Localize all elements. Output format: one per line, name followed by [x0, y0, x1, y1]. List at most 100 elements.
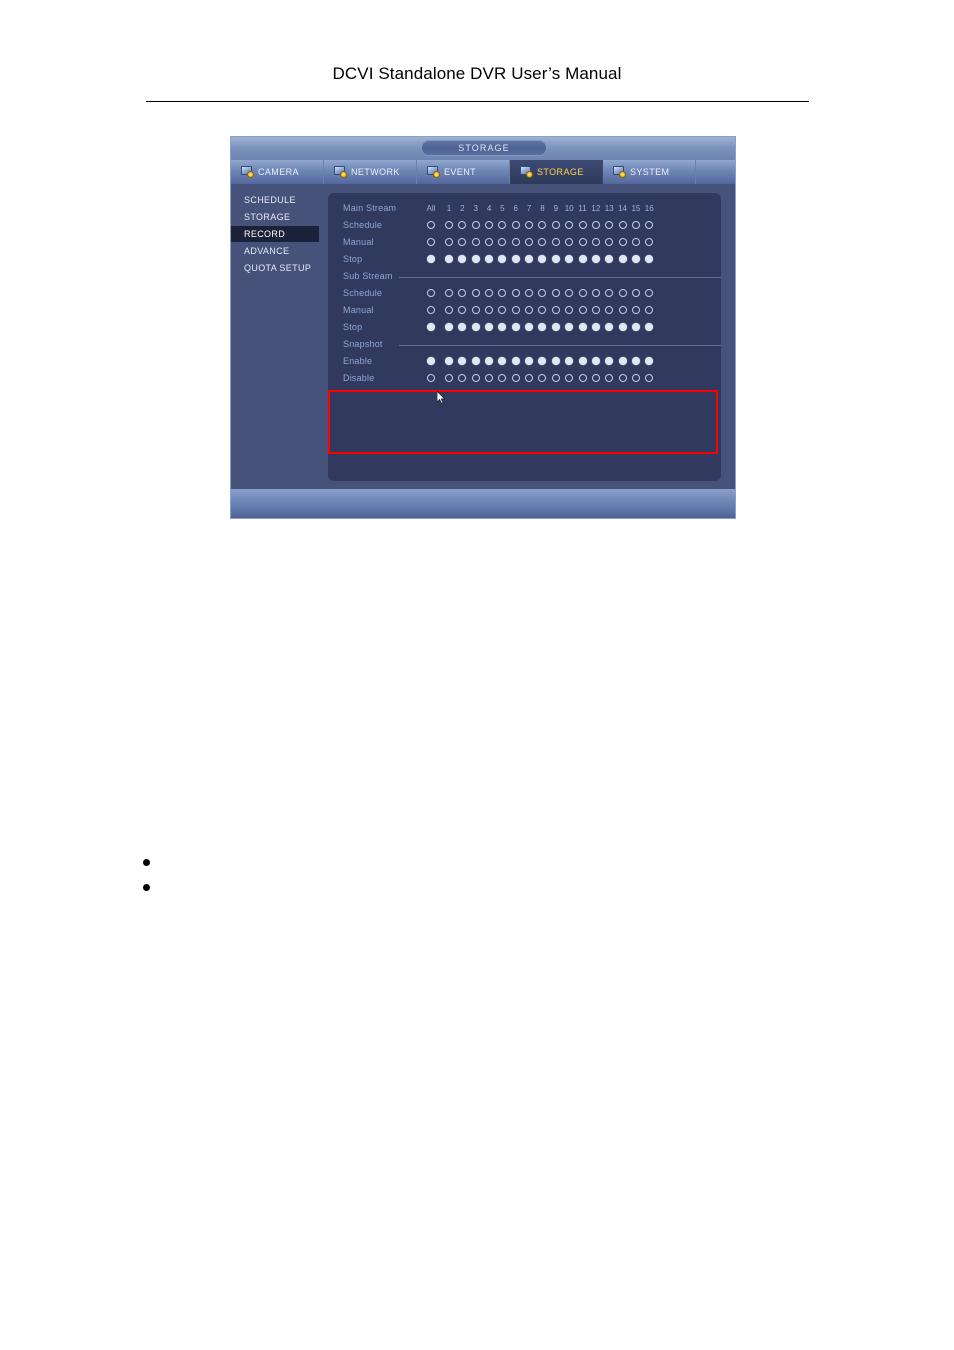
- radio-ch3-main-stream-manual[interactable]: [471, 238, 480, 246]
- radio-ch5-main-stream-schedule[interactable]: [498, 221, 507, 229]
- radio-ch1-sub-stream-stop[interactable]: [445, 323, 453, 331]
- radio-ch2-sub-stream-schedule[interactable]: [458, 289, 467, 297]
- radio-ch14-sub-stream-manual[interactable]: [618, 306, 627, 314]
- radio-ch15-main-stream-manual[interactable]: [631, 238, 640, 246]
- tab-storage[interactable]: STORAGE: [510, 160, 603, 184]
- radio-ch4-sub-stream-schedule[interactable]: [485, 289, 494, 297]
- cancel-button[interactable]: Cancel: [600, 518, 652, 519]
- radio-ch13-sub-stream-stop[interactable]: [605, 323, 614, 331]
- radio-ch11-sub-stream-stop[interactable]: [578, 323, 587, 331]
- radio-ch9-main-stream-manual[interactable]: [551, 238, 560, 246]
- radio-ch12-snapshot-disable[interactable]: [591, 374, 600, 382]
- radio-ch7-main-stream-stop[interactable]: [525, 255, 534, 263]
- radio-ch8-main-stream-manual[interactable]: [538, 238, 547, 246]
- radio-ch3-main-stream-schedule[interactable]: [471, 221, 480, 229]
- radio-ch12-sub-stream-manual[interactable]: [591, 306, 600, 314]
- radio-ch4-main-stream-stop[interactable]: [485, 255, 494, 263]
- radio-ch6-sub-stream-manual[interactable]: [511, 306, 520, 314]
- radio-ch9-sub-stream-schedule[interactable]: [551, 289, 560, 297]
- radio-ch13-main-stream-manual[interactable]: [605, 238, 614, 246]
- radio-ch8-main-stream-stop[interactable]: [538, 255, 547, 263]
- radio-ch16-snapshot-enable[interactable]: [645, 357, 654, 365]
- radio-ch12-main-stream-stop[interactable]: [591, 255, 600, 263]
- radio-ch2-main-stream-manual[interactable]: [458, 238, 467, 246]
- radio-ch3-main-stream-stop[interactable]: [471, 255, 480, 263]
- radio-ch8-sub-stream-manual[interactable]: [538, 306, 547, 314]
- radio-ch15-sub-stream-manual[interactable]: [631, 306, 640, 314]
- radio-ch16-main-stream-schedule[interactable]: [645, 221, 654, 229]
- radio-ch6-snapshot-enable[interactable]: [511, 357, 520, 365]
- sidebar-item-storage[interactable]: STORAGE: [231, 209, 319, 225]
- radio-ch15-main-stream-schedule[interactable]: [631, 221, 640, 229]
- sidebar-item-advance[interactable]: ADVANCE: [231, 243, 319, 259]
- radio-ch2-sub-stream-manual[interactable]: [458, 306, 467, 314]
- sidebar-item-schedule[interactable]: SCHEDULE: [231, 192, 319, 208]
- radio-ch15-sub-stream-stop[interactable]: [631, 323, 640, 331]
- radio-ch3-sub-stream-manual[interactable]: [471, 306, 480, 314]
- radio-all-main-stream-manual[interactable]: [427, 238, 435, 246]
- radio-ch7-sub-stream-schedule[interactable]: [525, 289, 534, 297]
- ok-button[interactable]: OK: [541, 518, 593, 519]
- tab-network[interactable]: NETWORK: [324, 160, 417, 184]
- radio-all-snapshot-enable[interactable]: [427, 357, 435, 365]
- radio-ch3-sub-stream-stop[interactable]: [471, 323, 480, 331]
- radio-ch1-main-stream-stop[interactable]: [445, 255, 453, 263]
- radio-ch14-sub-stream-stop[interactable]: [618, 323, 627, 331]
- radio-ch10-sub-stream-schedule[interactable]: [565, 289, 574, 297]
- radio-ch9-main-stream-schedule[interactable]: [551, 221, 560, 229]
- radio-ch5-main-stream-manual[interactable]: [498, 238, 507, 246]
- radio-all-sub-stream-manual[interactable]: [427, 306, 435, 314]
- radio-ch11-sub-stream-schedule[interactable]: [578, 289, 587, 297]
- radio-ch2-sub-stream-stop[interactable]: [458, 323, 467, 331]
- radio-ch14-sub-stream-schedule[interactable]: [618, 289, 627, 297]
- radio-ch13-snapshot-enable[interactable]: [605, 357, 614, 365]
- radio-ch10-main-stream-schedule[interactable]: [565, 221, 574, 229]
- radio-ch2-snapshot-enable[interactable]: [458, 357, 467, 365]
- radio-ch15-main-stream-stop[interactable]: [631, 255, 640, 263]
- radio-ch1-snapshot-disable[interactable]: [445, 374, 453, 382]
- radio-ch9-sub-stream-manual[interactable]: [551, 306, 560, 314]
- radio-ch16-main-stream-manual[interactable]: [645, 238, 654, 246]
- radio-ch1-main-stream-manual[interactable]: [445, 238, 453, 246]
- radio-ch9-main-stream-stop[interactable]: [551, 255, 560, 263]
- radio-ch11-main-stream-manual[interactable]: [578, 238, 587, 246]
- radio-ch13-sub-stream-manual[interactable]: [605, 306, 614, 314]
- radio-ch8-main-stream-schedule[interactable]: [538, 221, 547, 229]
- radio-ch1-sub-stream-schedule[interactable]: [445, 289, 453, 297]
- radio-ch5-sub-stream-manual[interactable]: [498, 306, 507, 314]
- radio-ch3-snapshot-enable[interactable]: [471, 357, 480, 365]
- radio-ch6-sub-stream-stop[interactable]: [511, 323, 520, 331]
- radio-ch4-main-stream-manual[interactable]: [485, 238, 494, 246]
- radio-ch6-main-stream-manual[interactable]: [511, 238, 520, 246]
- radio-ch2-main-stream-schedule[interactable]: [458, 221, 467, 229]
- radio-ch4-snapshot-disable[interactable]: [485, 374, 494, 382]
- radio-ch7-sub-stream-manual[interactable]: [525, 306, 534, 314]
- radio-ch8-snapshot-enable[interactable]: [538, 357, 547, 365]
- radio-ch7-main-stream-schedule[interactable]: [525, 221, 534, 229]
- radio-ch16-main-stream-stop[interactable]: [645, 255, 654, 263]
- radio-ch7-sub-stream-stop[interactable]: [525, 323, 534, 331]
- radio-ch8-sub-stream-schedule[interactable]: [538, 289, 547, 297]
- radio-ch3-sub-stream-schedule[interactable]: [471, 289, 480, 297]
- radio-ch1-sub-stream-manual[interactable]: [445, 306, 453, 314]
- radio-ch8-snapshot-disable[interactable]: [538, 374, 547, 382]
- radio-ch16-sub-stream-schedule[interactable]: [645, 289, 654, 297]
- radio-ch1-main-stream-schedule[interactable]: [445, 221, 453, 229]
- radio-ch10-sub-stream-manual[interactable]: [565, 306, 574, 314]
- radio-ch12-main-stream-manual[interactable]: [591, 238, 600, 246]
- radio-ch16-snapshot-disable[interactable]: [645, 374, 654, 382]
- radio-ch16-sub-stream-manual[interactable]: [645, 306, 654, 314]
- radio-ch13-sub-stream-schedule[interactable]: [605, 289, 614, 297]
- radio-ch6-snapshot-disable[interactable]: [511, 374, 520, 382]
- radio-ch5-main-stream-stop[interactable]: [498, 255, 507, 263]
- sidebar-item-quota-setup[interactable]: QUOTA SETUP: [231, 260, 319, 276]
- radio-ch2-main-stream-stop[interactable]: [458, 255, 467, 263]
- radio-ch13-snapshot-disable[interactable]: [605, 374, 614, 382]
- radio-ch10-snapshot-disable[interactable]: [565, 374, 574, 382]
- radio-ch10-snapshot-enable[interactable]: [565, 357, 574, 365]
- radio-ch14-main-stream-stop[interactable]: [618, 255, 627, 263]
- radio-ch15-snapshot-enable[interactable]: [631, 357, 640, 365]
- tab-system[interactable]: SYSTEM: [603, 160, 696, 184]
- radio-ch14-snapshot-disable[interactable]: [618, 374, 627, 382]
- radio-ch14-main-stream-manual[interactable]: [618, 238, 627, 246]
